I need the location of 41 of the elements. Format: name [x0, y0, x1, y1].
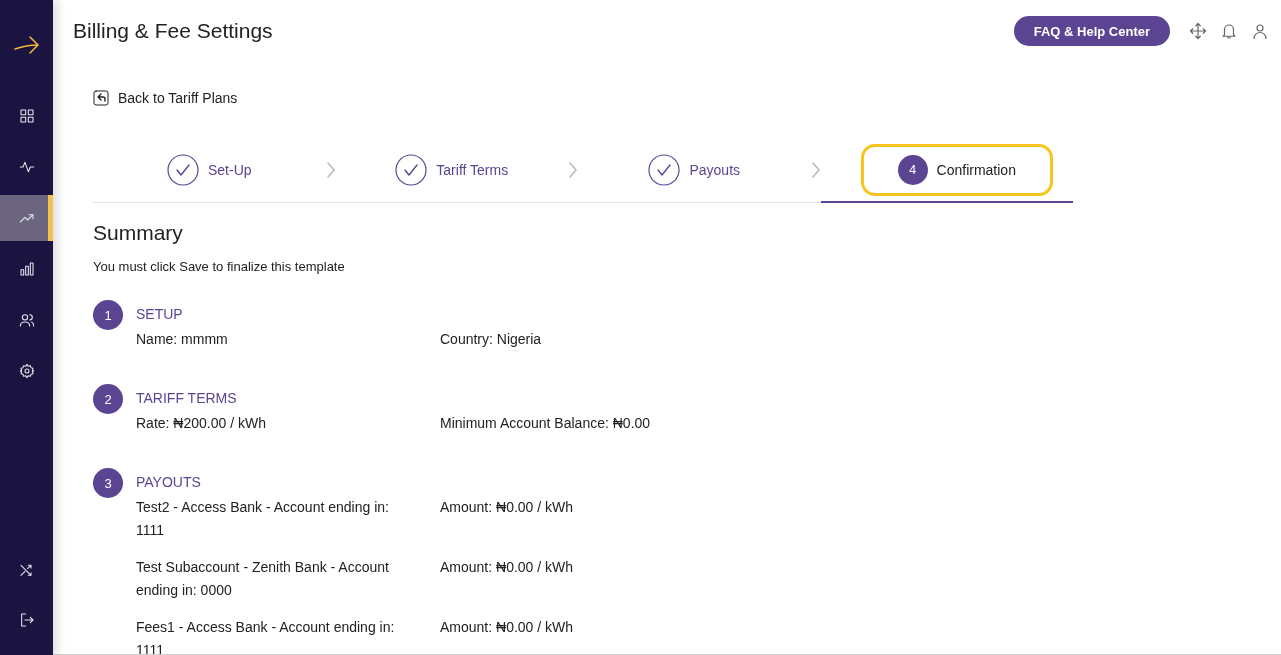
summary-text: Test Subaccount - Zenith Bank - Account ending in: 0000 — [136, 558, 390, 600]
bar-chart-icon — [18, 261, 35, 277]
summary-text: Amount: ₦0.00 / kWh — [440, 618, 575, 637]
move-icon — [1189, 22, 1207, 40]
step-tab[interactable]: Tariff Terms — [335, 138, 568, 202]
notification-bell-icon — [1220, 22, 1238, 40]
chevron-right-icon — [810, 162, 821, 178]
section-label: SETUP — [136, 305, 184, 324]
summary-text: Minimum Account Balance: ₦0.00 — [440, 414, 652, 433]
users-icon — [18, 312, 35, 328]
step-number: 1 — [93, 300, 123, 330]
summary-text: Amount: ₦0.00 / kWh — [440, 498, 575, 517]
check-circle-icon — [395, 154, 428, 186]
chevron-right-icon — [568, 162, 578, 178]
user-icon — [1251, 22, 1269, 40]
grid-icon — [18, 108, 35, 124]
step-number: 3 — [93, 468, 123, 498]
section-heading: Summary — [93, 221, 184, 245]
nav-item[interactable] — [0, 195, 53, 241]
step-number: 4 — [897, 154, 928, 185]
shuffle-icon — [18, 562, 35, 578]
step-tab[interactable]: Set-Up — [93, 138, 326, 202]
page-title: Billing & Fee Settings — [73, 19, 273, 43]
section-label: TARIFF TERMS — [136, 389, 238, 408]
summary-text: Rate: ₦200.00 / kWh — [136, 414, 267, 433]
back-link[interactable]: Back to Tariff Plans — [93, 88, 238, 108]
summary-text: Country: Nigeria — [440, 330, 543, 349]
section-label: PAYOUTS — [136, 473, 202, 492]
pulse-icon — [18, 159, 35, 175]
summary-text: Name: mmmm — [136, 330, 229, 349]
chevron-right-icon — [325, 162, 336, 178]
help-button[interactable]: FAQ & Help Center — [1013, 16, 1170, 46]
summary-text: Amount: ₦0.00 / kWh — [440, 558, 575, 577]
summary-text: Test2 - Access Bank - Account ending in: 1111 — [136, 498, 390, 540]
logout-icon — [18, 612, 35, 628]
step-tab[interactable]: Payouts — [578, 138, 811, 202]
step-number: 2 — [93, 384, 123, 414]
instruction-text: You must click Save to finalize this template — [93, 259, 346, 274]
check-circle-icon — [166, 154, 199, 186]
settings-icon — [18, 363, 35, 379]
check-circle-icon — [648, 154, 681, 186]
